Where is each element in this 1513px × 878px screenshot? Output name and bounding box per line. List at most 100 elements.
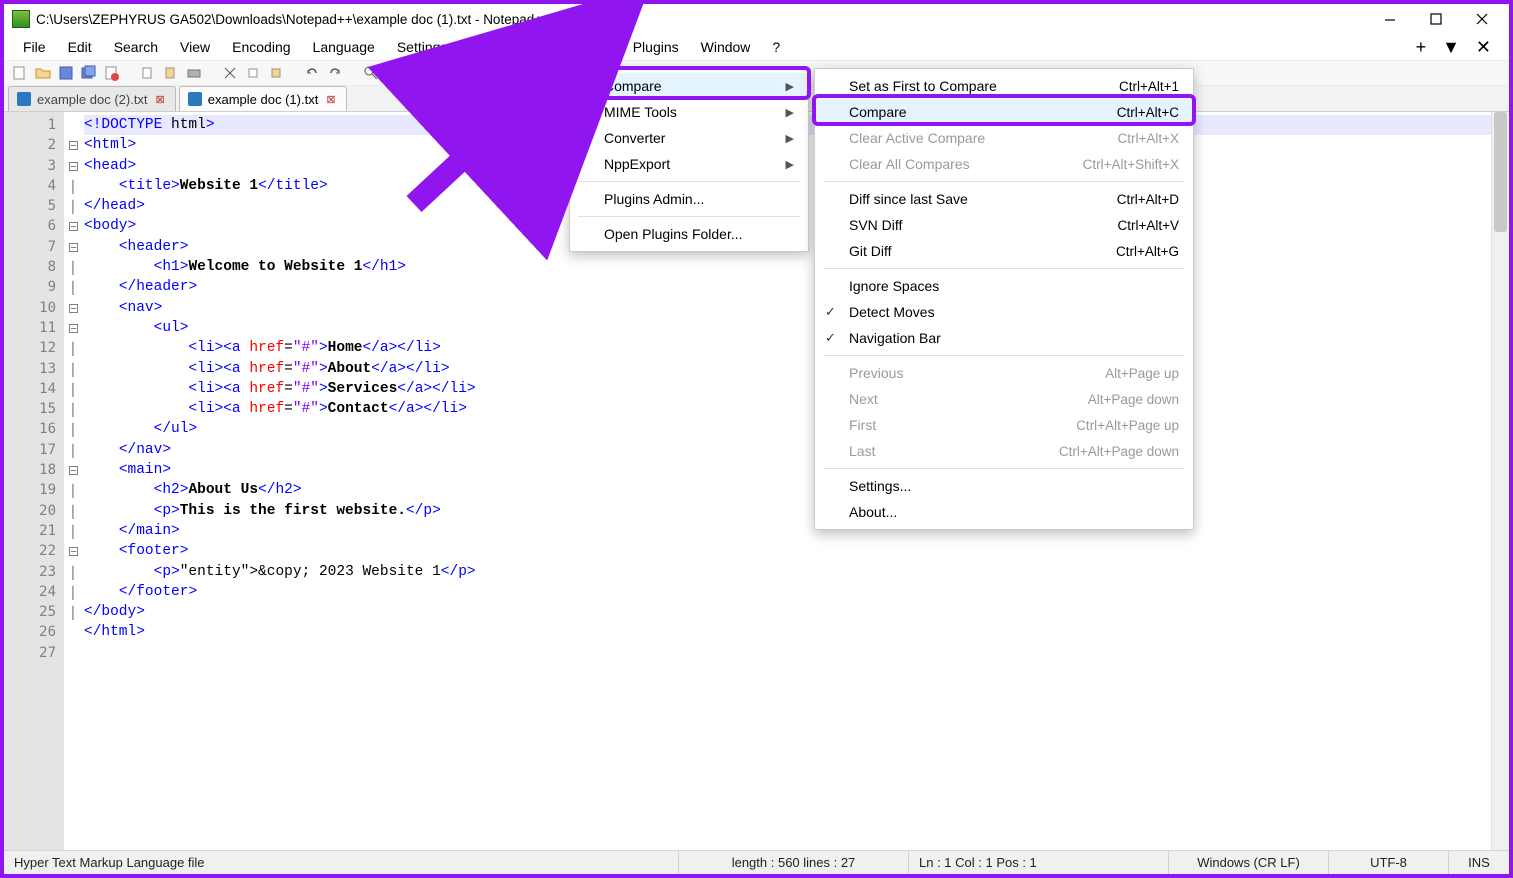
fold-column: ││││││││││││││││ <box>64 112 82 850</box>
paste2-icon[interactable] <box>268 65 284 81</box>
new-file-icon[interactable] <box>12 65 28 81</box>
line-gutter: 1234567891011121314151617181920212223242… <box>4 112 64 850</box>
paste-icon[interactable] <box>163 65 179 81</box>
compare-item-settings-[interactable]: Settings... <box>815 473 1193 499</box>
plugins-item-converter[interactable]: Converter▶ <box>570 125 808 151</box>
find-icon[interactable] <box>363 65 379 81</box>
compare-item-compare[interactable]: CompareCtrl+Alt+C <box>815 99 1193 125</box>
tab-label: example doc (2).txt <box>37 92 148 107</box>
menu-shortcut: Ctrl+Alt+X <box>1117 131 1179 146</box>
menu-label: Detect Moves <box>849 304 1179 320</box>
compare-item-clear-active-compare: Clear Active Compare Ctrl+Alt+X <box>815 125 1193 151</box>
app-icon <box>12 10 30 28</box>
compare-item-about-[interactable]: About... <box>815 499 1193 525</box>
copy2-icon[interactable] <box>245 65 261 81</box>
menu-label: About... <box>849 504 1179 520</box>
tab-0[interactable]: example doc (2).txt ⊠ <box>8 86 176 111</box>
menu-label: Diff since last Save <box>849 191 1077 207</box>
menu-label: Navigation Bar <box>849 330 1179 346</box>
tab-icon <box>188 92 202 106</box>
menu-shortcut: Ctrl+Alt+Shift+X <box>1083 157 1179 172</box>
compare-item-navigation-bar[interactable]: Navigation Bar <box>815 325 1193 351</box>
zoom-in-icon[interactable] <box>422 65 438 81</box>
status-mode: INS <box>1449 851 1509 874</box>
menu-view[interactable]: View <box>169 35 221 59</box>
menu-plugins[interactable]: Plugins <box>622 35 690 59</box>
menu-label: First <box>849 417 1036 433</box>
menu-tools[interactable]: Tools <box>458 35 513 59</box>
copy-icon[interactable] <box>140 65 156 81</box>
compare-item-git-diff[interactable]: Git DiffCtrl+Alt+G <box>815 238 1193 264</box>
plugins-item-open-plugins-folder-[interactable]: Open Plugins Folder... <box>570 221 808 247</box>
plugins-item-mime-tools[interactable]: MIME Tools▶ <box>570 99 808 125</box>
menu-label: Settings... <box>849 478 1179 494</box>
tab-close-icon[interactable]: ⊠ <box>154 93 167 106</box>
replace-icon[interactable]: ab <box>386 65 402 81</box>
menu-search[interactable]: Search <box>103 35 169 59</box>
menu-shortcut: Ctrl+Alt+1 <box>1119 79 1179 94</box>
menu-label: Clear Active Compare <box>849 130 1077 146</box>
tab-close-icon[interactable]: ⊠ <box>324 93 337 106</box>
compare-item-ignore-spaces[interactable]: Ignore Spaces <box>815 273 1193 299</box>
status-encoding: UTF-8 <box>1329 851 1449 874</box>
status-length: length : 560 lines : 27 <box>679 851 909 874</box>
tab-1[interactable]: example doc (1).txt ⊠ <box>179 86 347 111</box>
cut-icon[interactable] <box>222 65 238 81</box>
menu-encoding[interactable]: Encoding <box>221 35 301 59</box>
menu-window[interactable]: Window <box>690 35 762 59</box>
menu-run[interactable]: Run <box>574 35 622 59</box>
compare-item-set-as-first-to-compare[interactable]: Set as First to Compare Ctrl+Alt+1 <box>815 73 1193 99</box>
status-eol: Windows (CR LF) <box>1169 851 1329 874</box>
menu-macro[interactable]: Macro <box>513 35 574 59</box>
menu-label: Previous <box>849 365 1065 381</box>
menu-settings[interactable]: Settings <box>386 35 459 59</box>
menu-bar: FileEditSearchViewEncodingLanguageSettin… <box>4 34 1509 60</box>
minimize-button[interactable] <box>1367 5 1413 33</box>
plus-icon[interactable]: + <box>1412 38 1431 56</box>
save-icon[interactable] <box>58 65 74 81</box>
tab-icon <box>17 92 31 106</box>
window-title: C:\Users\ZEPHYRUS GA502\Downloads\Notepa… <box>36 12 550 27</box>
compare-item-previous: Previous Alt+Page up <box>815 360 1193 386</box>
menu-?[interactable]: ? <box>761 35 791 59</box>
plugins-item-plugins-admin-[interactable]: Plugins Admin... <box>570 186 808 212</box>
status-bar: Hyper Text Markup Language file length :… <box>4 850 1509 874</box>
compare-item-next: NextAlt+Page down <box>815 386 1193 412</box>
compare-item-detect-moves[interactable]: Detect Moves <box>815 299 1193 325</box>
menu-label: Compare <box>849 104 1077 120</box>
redo-icon[interactable] <box>327 65 343 81</box>
open-file-icon[interactable] <box>35 65 51 81</box>
chevron-right-icon: ▶ <box>786 132 794 145</box>
chevron-right-icon: ▶ <box>786 106 794 119</box>
close-file-icon[interactable] <box>104 65 120 81</box>
menu-shortcut: Ctrl+Alt+D <box>1117 192 1179 207</box>
menu-label: Plugins Admin... <box>604 191 794 207</box>
chevron-down-icon[interactable]: ▼ <box>1438 38 1464 56</box>
close-doc-icon[interactable]: ✕ <box>1472 38 1495 56</box>
print-icon[interactable] <box>186 65 202 81</box>
compare-item-diff-since-last-save[interactable]: Diff since last Save Ctrl+Alt+D <box>815 186 1193 212</box>
menu-label: Last <box>849 443 1019 459</box>
menu-shortcut: Alt+Page down <box>1088 392 1179 407</box>
menu-shortcut: Ctrl+Alt+Page up <box>1076 418 1179 433</box>
vertical-scrollbar[interactable] <box>1491 112 1509 850</box>
menu-edit[interactable]: Edit <box>57 35 103 59</box>
undo-icon[interactable] <box>304 65 320 81</box>
menu-label: SVN Diff <box>849 217 1077 233</box>
save-all-icon[interactable] <box>81 65 97 81</box>
compare-item-svn-diff[interactable]: SVN DiffCtrl+Alt+V <box>815 212 1193 238</box>
menu-language[interactable]: Language <box>302 35 386 59</box>
menu-label: Clear All Compares <box>849 156 1043 172</box>
menu-label: Set as First to Compare <box>849 78 1079 94</box>
plugins-item-compare[interactable]: Compare▶ <box>570 73 808 99</box>
menu-shortcut: Alt+Page up <box>1105 366 1179 381</box>
app-frame: C:\Users\ZEPHYRUS GA502\Downloads\Notepa… <box>0 0 1513 878</box>
scrollbar-thumb[interactable] <box>1494 112 1507 232</box>
tab-label: example doc (1).txt <box>208 92 319 107</box>
compare-item-first: First Ctrl+Alt+Page up <box>815 412 1193 438</box>
plugins-item-nppexport[interactable]: NppExport▶ <box>570 151 808 177</box>
menu-file[interactable]: File <box>12 35 57 59</box>
close-button[interactable] <box>1459 5 1505 33</box>
maximize-button[interactable] <box>1413 5 1459 33</box>
zoom-out-icon[interactable] <box>445 65 461 81</box>
